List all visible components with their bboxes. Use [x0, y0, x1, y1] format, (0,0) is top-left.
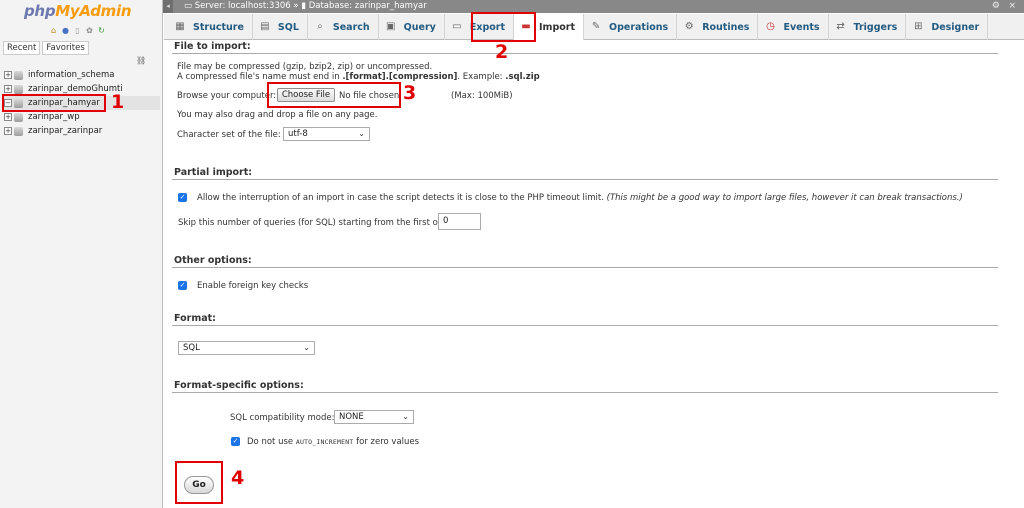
tab-designer[interactable]: ⊞ Designer [906, 14, 989, 40]
search-icon: ⌕ [317, 21, 323, 32]
nav-tabs: Recent Favorites [3, 41, 89, 55]
chevron-down-icon: ⌄ [303, 343, 310, 352]
expand-icon[interactable]: + [4, 71, 12, 79]
database-icon [14, 112, 23, 122]
max-upload-size: (Max: 100MiB) [451, 91, 513, 101]
foreign-key-label: Enable foreign key checks [197, 281, 309, 291]
server-icon: ▭ [184, 1, 193, 11]
database-icon: ▮ [301, 1, 306, 11]
annotation-number-1: 1 [111, 91, 125, 113]
compression-info: File may be compressed (gzip, bzip2, zip… [177, 62, 433, 72]
foreign-key-checkbox[interactable]: ✓ [178, 281, 187, 290]
compat-mode-label: SQL compatibility mode: [230, 413, 335, 423]
docs-icon[interactable]: ▯ [73, 26, 82, 35]
events-icon: ◷ [766, 21, 775, 32]
format-select[interactable]: SQL ⌄ [178, 341, 315, 355]
breadcrumb: ▭ Server: localhost:3306 » ▮ Database: z… [184, 0, 427, 13]
expand-icon[interactable]: + [4, 113, 12, 121]
server-breadcrumb-bar: ◂ ▭ Server: localhost:3306 » ▮ Database:… [163, 0, 1024, 13]
gear-icon[interactable]: ⚙ [992, 0, 1000, 13]
expand-icon[interactable]: + [4, 127, 12, 135]
home-icon[interactable]: ⌂ [49, 26, 58, 35]
tab-search[interactable]: ⌕ Search [308, 14, 379, 40]
annotation-box-4 [175, 461, 223, 504]
no-auto-increment-checkbox[interactable]: ✓ [231, 437, 240, 446]
tab-operations[interactable]: ✎ Operations [584, 14, 678, 40]
legend-partial-import: Partial import: [174, 167, 253, 178]
no-auto-increment-label: Do not use AUTO_INCREMENT for zero value… [247, 437, 420, 447]
db-item-zarinpar-zarinpar[interactable]: + zarinpar_zarinpar [4, 124, 160, 138]
reload-icon[interactable]: ↻ [97, 26, 106, 35]
divider [172, 53, 998, 54]
logout-icon[interactable]: ● [61, 26, 70, 35]
database-tabs: ▦ Structure ▤ SQL ⌕ Search ▣ Query ▭ Export ▬… [164, 14, 1024, 40]
collapse-nav-icon[interactable]: ◂ [163, 0, 173, 13]
export-icon: ▭ [452, 21, 462, 32]
breadcrumb-database[interactable]: Database: zarinpar_hamyar [309, 1, 427, 11]
query-icon: ▣ [385, 21, 396, 32]
annotation-box-3 [267, 82, 401, 108]
db-name[interactable]: zarinpar_wp [28, 112, 80, 122]
breadcrumb-server[interactable]: Server: localhost:3306 [195, 1, 291, 11]
allow-interrupt-checkbox[interactable]: ✓ [178, 193, 187, 202]
designer-icon: ⊞ [914, 21, 923, 32]
allow-interrupt-label: Allow the interruption of an import in c… [197, 193, 963, 203]
database-icon [14, 70, 23, 80]
skip-queries-input[interactable]: 0 [438, 213, 481, 230]
database-icon [14, 126, 23, 136]
settings-icon[interactable]: ✿ [85, 26, 94, 35]
tab-events[interactable]: ◷ Events [758, 14, 829, 40]
logo-myadmin-text: MyAdmin [55, 2, 132, 20]
db-name[interactable]: information_schema [28, 70, 115, 80]
charset-label: Character set of the file: [177, 130, 281, 140]
tab-triggers[interactable]: ⇄ Triggers [829, 14, 907, 40]
sql-icon: ▤ [260, 21, 270, 32]
db-name[interactable]: zarinpar_zarinpar [28, 126, 102, 136]
structure-icon: ▦ [175, 21, 185, 32]
link-with-main-panel-icon[interactable]: ⛓ [136, 56, 146, 65]
tab-sql[interactable]: ▤ SQL [253, 14, 308, 40]
nav-tab-favorites[interactable]: Favorites [42, 41, 89, 55]
legend-format-specific: Format-specific options: [174, 380, 304, 391]
annotation-number-4: 4 [231, 467, 245, 489]
db-name[interactable]: zarinpar_demoGhumti [28, 84, 123, 94]
divider [172, 392, 998, 393]
divider [172, 325, 998, 326]
divider [172, 179, 998, 180]
annotation-number-2: 2 [495, 41, 509, 63]
routines-icon: ⚙ [684, 21, 694, 32]
legend-format: Format: [174, 313, 216, 324]
drag-drop-hint: You may also drag and drop a file on any… [177, 110, 378, 120]
breadcrumb-separator: » [293, 1, 299, 11]
tab-query[interactable]: ▣ Query [379, 14, 445, 40]
phpmyadmin-logo[interactable]: phpMyAdmin [24, 2, 132, 20]
divider [172, 267, 998, 268]
triggers-icon: ⇄ [836, 21, 845, 32]
skip-queries-label: Skip this number of queries (for SQL) st… [178, 218, 452, 228]
tab-routines[interactable]: ⚙ Routines [677, 14, 759, 40]
wrench-icon: ✎ [591, 21, 601, 32]
tab-structure[interactable]: ▦ Structure [168, 14, 253, 40]
legend-file-to-import: File to import: [174, 41, 251, 52]
compat-mode-select[interactable]: NONE ⌄ [334, 410, 414, 424]
chevron-down-icon: ⌄ [358, 129, 365, 138]
db-item-information-schema[interactable]: + information_schema [4, 68, 160, 82]
annotation-box-1 [2, 94, 106, 112]
annotation-box-2 [471, 12, 536, 42]
expand-icon[interactable]: + [4, 85, 12, 93]
logo-php-text: php [24, 2, 56, 20]
database-icon [14, 84, 23, 94]
nav-quick-icons: ⌂ ● ▯ ✿ ↻ [49, 26, 106, 35]
compression-name-info: A compressed file's name must end in .[f… [177, 72, 540, 82]
charset-select[interactable]: utf-8 ⌄ [283, 127, 370, 141]
nav-tab-recent[interactable]: Recent [3, 41, 41, 55]
legend-other-options: Other options: [174, 255, 252, 266]
annotation-number-3: 3 [403, 82, 417, 104]
chevron-down-icon: ⌄ [402, 412, 409, 421]
db-item-zarinpar-wp[interactable]: + zarinpar_wp [4, 110, 160, 124]
navigation-panel: phpMyAdmin ⌂ ● ▯ ✿ ↻ Recent Favorites ⛓ … [0, 0, 163, 508]
close-icon[interactable]: × [1008, 0, 1016, 13]
browse-label: Browse your computer: [177, 91, 277, 101]
import-form: File to import: File may be compressed (… [164, 41, 1024, 508]
